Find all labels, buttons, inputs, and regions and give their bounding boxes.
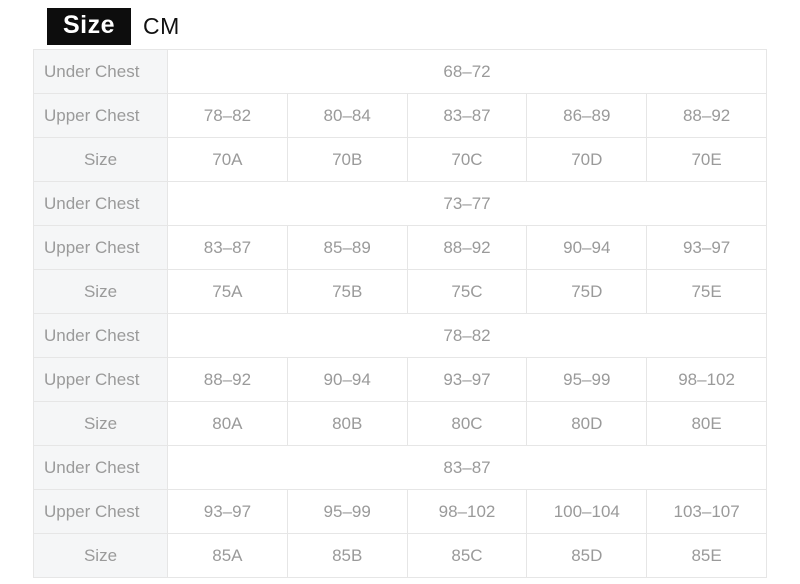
size-cell: 85A xyxy=(167,533,288,578)
row-label-under-chest: Under Chest xyxy=(33,181,168,226)
table-row: Size 70A 70B 70C 70D 70E xyxy=(33,137,767,182)
upper-chest-cell: 95–99 xyxy=(286,489,408,534)
upper-chest-cell: 85–89 xyxy=(286,225,408,270)
table-row: Upper Chest 78–82 80–84 83–87 86–89 88–9… xyxy=(33,93,767,138)
table-row: Upper Chest 83–87 85–89 88–92 90–94 93–9… xyxy=(33,225,767,270)
size-cell: 70B xyxy=(286,137,408,182)
size-cell: 75B xyxy=(286,269,408,314)
size-cell: 85B xyxy=(286,533,408,578)
row-label-upper-chest: Upper Chest xyxy=(33,225,168,270)
table-row: Under Chest 73–77 xyxy=(33,181,767,226)
chart-header: Size CM xyxy=(47,8,180,45)
size-cell: 85E xyxy=(646,533,767,578)
upper-chest-cell: 93–97 xyxy=(167,489,288,534)
unit-label: CM xyxy=(143,13,180,39)
upper-chest-cell: 88–92 xyxy=(167,357,288,402)
upper-chest-cell: 98–102 xyxy=(406,489,528,534)
under-chest-value: 83–87 xyxy=(167,445,767,490)
size-cell: 80E xyxy=(646,401,767,446)
row-label-upper-chest: Upper Chest xyxy=(33,357,168,402)
row-label-under-chest: Under Chest xyxy=(33,49,168,94)
row-label-size: Size xyxy=(33,137,168,182)
upper-chest-cell: 86–89 xyxy=(526,93,648,138)
upper-chest-cell: 90–94 xyxy=(526,225,648,270)
upper-chest-cell: 103–107 xyxy=(646,489,767,534)
under-chest-value: 68–72 xyxy=(167,49,767,94)
upper-chest-cell: 100–104 xyxy=(526,489,648,534)
size-cell: 80A xyxy=(167,401,288,446)
size-badge: Size xyxy=(47,8,132,45)
table-row: Under Chest 68–72 xyxy=(33,49,767,94)
size-chart-table-wrapper: Under Chest 68–72 Upper Chest 78–82 80–8… xyxy=(33,49,767,578)
size-cell: 70E xyxy=(646,137,767,182)
row-label-under-chest: Under Chest xyxy=(33,313,168,358)
table-row: Size 85A 85B 85C 85D 85E xyxy=(33,533,767,578)
row-label-under-chest: Under Chest xyxy=(33,445,168,490)
size-cell: 70D xyxy=(526,137,648,182)
table-row: Under Chest 78–82 xyxy=(33,313,767,358)
upper-chest-cell: 83–87 xyxy=(167,225,288,270)
upper-chest-cell: 95–99 xyxy=(526,357,648,402)
size-cell: 80B xyxy=(286,401,408,446)
size-cell: 75D xyxy=(526,269,648,314)
upper-chest-cell: 88–92 xyxy=(646,93,767,138)
row-label-size: Size xyxy=(33,269,168,314)
upper-chest-cell: 78–82 xyxy=(167,93,288,138)
size-cell: 75A xyxy=(167,269,288,314)
size-cell: 80C xyxy=(406,401,528,446)
size-cell: 85C xyxy=(406,533,528,578)
upper-chest-cell: 93–97 xyxy=(406,357,528,402)
size-cell: 85D xyxy=(526,533,648,578)
row-label-size: Size xyxy=(33,401,168,446)
size-chart-table: Under Chest 68–72 Upper Chest 78–82 80–8… xyxy=(33,49,767,578)
size-cell: 80D xyxy=(526,401,648,446)
table-row: Upper Chest 93–97 95–99 98–102 100–104 1… xyxy=(33,489,767,534)
upper-chest-cell: 88–92 xyxy=(406,225,528,270)
size-cell: 70A xyxy=(167,137,288,182)
under-chest-value: 78–82 xyxy=(167,313,767,358)
upper-chest-cell: 80–84 xyxy=(286,93,408,138)
upper-chest-cell: 83–87 xyxy=(406,93,528,138)
table-row: Upper Chest 88–92 90–94 93–97 95–99 98–1… xyxy=(33,357,767,402)
under-chest-value: 73–77 xyxy=(167,181,767,226)
table-row: Size 75A 75B 75C 75D 75E xyxy=(33,269,767,314)
table-row: Under Chest 83–87 xyxy=(33,445,767,490)
table-row: Size 80A 80B 80C 80D 80E xyxy=(33,401,767,446)
row-label-size: Size xyxy=(33,533,168,578)
size-cell: 70C xyxy=(406,137,528,182)
upper-chest-cell: 90–94 xyxy=(286,357,408,402)
row-label-upper-chest: Upper Chest xyxy=(33,489,168,534)
upper-chest-cell: 98–102 xyxy=(646,357,767,402)
size-cell: 75C xyxy=(406,269,528,314)
size-chart-page: Size CM Under Chest 68–72 Upper Chest 78… xyxy=(0,0,800,584)
upper-chest-cell: 93–97 xyxy=(646,225,767,270)
row-label-upper-chest: Upper Chest xyxy=(33,93,168,138)
size-chart-body: Under Chest 68–72 Upper Chest 78–82 80–8… xyxy=(33,49,767,578)
size-cell: 75E xyxy=(646,269,767,314)
